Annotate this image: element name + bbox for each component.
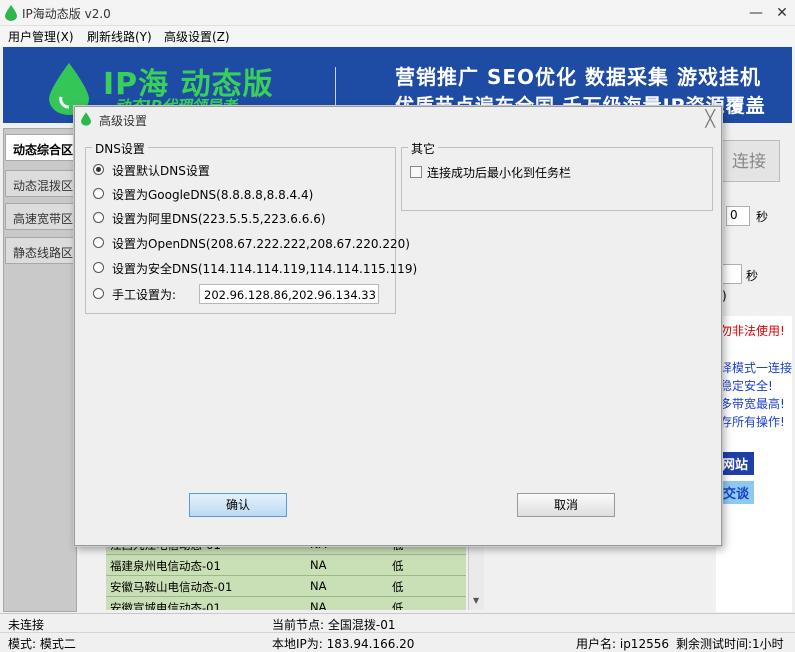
warning-text: 勿非法使用! [720, 324, 785, 338]
line-status: NA [310, 600, 327, 610]
sidebar [3, 128, 77, 612]
scroll-down-icon[interactable]: ▼ [473, 596, 479, 605]
line-level: 低 [392, 601, 404, 610]
tab-dynamic-mixed[interactable]: 动态混拨区 [5, 170, 75, 197]
radio-label: 设置为安全DNS(114.114.114.119,114.114.115.119… [112, 262, 418, 276]
status-bar: 未连接 当前节点: 全国混拨-01 模式: 模式二 本地IP为: 183.94.… [0, 613, 795, 651]
line-status: NA [310, 579, 327, 593]
username: 用户名: ip12556 [576, 637, 669, 651]
list-item[interactable]: 福建泉州电信动态-01 NA 低 [106, 555, 466, 576]
line-list: 江西九江电信动态-01 NA 低 福建泉州电信动态-01 NA 低 安徽马鞍山电… [106, 540, 466, 610]
manual-dns-input[interactable]: 202.96.128.86,202.96.134.33 [199, 284, 379, 304]
checkbox-box[interactable] [410, 166, 422, 178]
info-line-2: 稳定安全! [720, 379, 773, 393]
minimize-button[interactable]: — [744, 3, 768, 23]
window-title: IP海动态版 v2.0 [22, 7, 111, 21]
info-line-1: 译模式一连接 [720, 361, 793, 375]
line-name: 安徽马鞍山电信动态-01 [110, 580, 233, 594]
title-bar: IP海动态版 v2.0 — ✕ [0, 0, 795, 26]
list-item[interactable]: 安徽马鞍山电信动态-01 NA 低 [106, 576, 466, 597]
connect-button[interactable]: 连接 [718, 140, 780, 182]
line-level: 低 [392, 559, 404, 573]
mode-status: 模式: 模式二 [8, 637, 76, 651]
radio-label: 设置为阿里DNS(223.5.5.5,223.6.6.6) [112, 212, 326, 226]
app-droplet-icon [5, 5, 17, 21]
menu-user-management[interactable]: 用户管理(X) [8, 28, 74, 45]
dialog-droplet-icon [81, 112, 91, 126]
seconds-label-1: 秒 [756, 210, 769, 224]
confirm-button[interactable]: 确认 [189, 493, 287, 517]
line-name: 福建泉州电信动态-01 [110, 559, 221, 573]
radio-dot[interactable] [93, 262, 104, 273]
tab-static-lines[interactable]: 静态线路区 [5, 237, 75, 264]
menu-refresh-lines[interactable]: 刷新线路(Y) [87, 28, 152, 45]
info-line-4: 存所有操作! [720, 415, 785, 429]
tab-dynamic-combined[interactable]: 动态综合区 [5, 134, 75, 161]
chat-button[interactable]: 交谈 [718, 481, 755, 504]
list-scrollbar[interactable]: ▼ [468, 540, 484, 610]
line-name: 安徽宣城电信动态-01 [110, 601, 221, 610]
radio-dot[interactable] [93, 288, 104, 299]
line-status: NA [310, 558, 327, 572]
line-level: 低 [392, 580, 404, 594]
menu-bar: 用户管理(X) 刷新线路(Y) 高级设置(Z) [0, 26, 795, 46]
interval-input[interactable]: 0 [726, 206, 750, 226]
dns-settings-group: DNS设置 设置默认DNS设置 设置为GoogleDNS(8.8.8.8,8.8… [85, 140, 417, 314]
list-item[interactable]: 安徽宣城电信动态-01 NA 低 [106, 597, 466, 610]
close-button[interactable]: ✕ [770, 3, 794, 23]
other-group-legend: 其它 [408, 140, 439, 157]
dialog-title: 高级设置 [99, 114, 148, 128]
other-settings-group: 其它 连接成功后最小化到任务栏 [401, 140, 713, 211]
radio-label: 设置默认DNS设置 [112, 164, 210, 178]
current-node: 当前节点: 全国混拨-01 [272, 618, 396, 632]
radio-dot[interactable] [93, 237, 104, 248]
dns-group-legend: DNS设置 [92, 140, 148, 157]
info-line-3: 多带宽最高! [720, 397, 785, 411]
tab-high-speed[interactable]: 高速宽带区 [5, 203, 75, 230]
menu-advanced-settings[interactable]: 高级设置(Z) [164, 28, 230, 45]
connection-status: 未连接 [8, 618, 45, 632]
advanced-settings-dialog: 高级设置 ╳ DNS设置 设置默认DNS设置 设置为GoogleDNS(8.8.… [74, 106, 722, 546]
checkbox-label: 连接成功后最小化到任务栏 [427, 166, 572, 180]
radio-label: 设置为GoogleDNS(8.8.8.8,8.8.4.4) [112, 188, 314, 202]
radio-dot[interactable] [93, 212, 104, 223]
remaining-test-time: 剩余测试时间:1小时 [676, 637, 784, 651]
dialog-title-bar: 高级设置 ╳ [75, 107, 721, 131]
dialog-close-icon[interactable]: ╳ [705, 109, 715, 128]
cancel-button[interactable]: 取消 [517, 493, 615, 517]
radio-dot[interactable] [93, 188, 104, 199]
banner-divider [335, 67, 336, 107]
radio-label: 手工设置为: [112, 288, 177, 302]
radio-label: 设置为OpenDNS(208.67.222.222,208.67.220.220… [112, 237, 410, 251]
banner-slogan-1: 营销推广 SEO优化 数据采集 游戏挂机 [395, 65, 761, 89]
status-separator [0, 632, 795, 633]
radio-dot[interactable] [93, 164, 104, 175]
paren-text: ) [722, 289, 727, 303]
seconds-label-2: 秒 [746, 269, 759, 283]
local-ip: 本地IP为: 183.94.166.20 [272, 637, 415, 651]
